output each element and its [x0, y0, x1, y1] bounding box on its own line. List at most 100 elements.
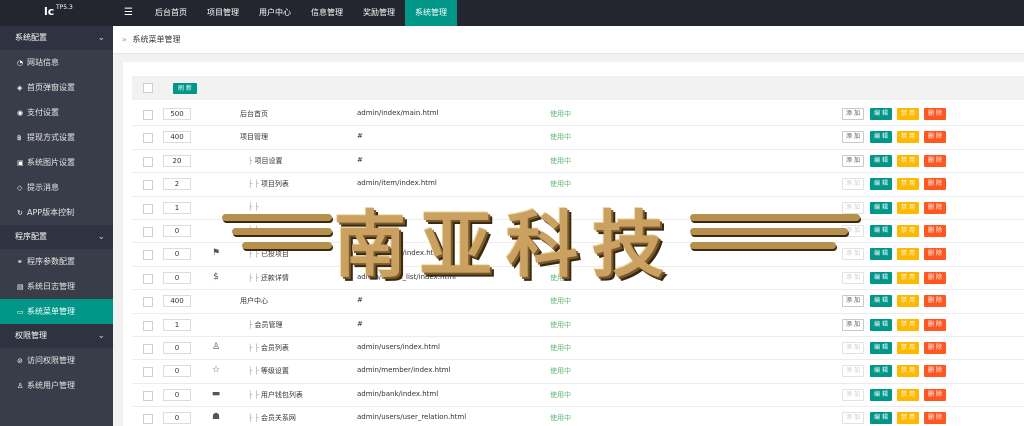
sort-input[interactable]: 500 — [163, 108, 191, 120]
add-button[interactable]: 添 加 — [842, 178, 864, 191]
add-button[interactable]: 添 加 — [842, 295, 864, 308]
sidebar-item-app-version[interactable]: ↻ APP版本控制 — [0, 200, 113, 225]
sort-input[interactable]: 0 — [163, 271, 191, 284]
delete-button[interactable]: 删 除 — [924, 388, 946, 401]
sidebar-group-program-config[interactable]: 程序配置 ⌄ — [0, 225, 113, 249]
delete-button[interactable]: 删 除 — [924, 342, 946, 354]
sort-input[interactable]: 400 — [163, 295, 191, 308]
disable-button[interactable]: 禁 用 — [897, 388, 919, 401]
sort-input[interactable]: 0 — [163, 342, 191, 354]
delete-button[interactable]: 删 除 — [924, 108, 946, 120]
sort-input[interactable]: 20 — [163, 154, 191, 167]
row-checkbox[interactable] — [143, 414, 153, 425]
disable-button[interactable]: 禁 用 — [897, 365, 919, 378]
delete-button[interactable]: 删 除 — [924, 295, 946, 308]
logo[interactable]: lc TP5.3 — [0, 0, 113, 26]
row-checkbox[interactable] — [143, 180, 153, 191]
row-checkbox[interactable] — [143, 344, 153, 354]
delete-button[interactable]: 删 除 — [924, 248, 946, 261]
sidebar-item-access[interactable]: ⊘ 访问权限管理 — [0, 348, 113, 373]
add-button[interactable]: 添 加 — [842, 108, 864, 120]
add-button[interactable]: 添 加 — [842, 412, 864, 425]
sidebar-item-logs[interactable]: ▤ 系统日志管理 — [0, 274, 113, 299]
sidebar-item-images[interactable]: ▣ 系统图片设置 — [0, 150, 113, 175]
row-checkbox[interactable] — [143, 203, 153, 214]
disable-button[interactable]: 禁 用 — [897, 271, 919, 284]
add-button[interactable]: 添 加 — [842, 388, 864, 401]
breadcrumb-current[interactable]: 系统菜单管理 — [132, 35, 180, 44]
add-button[interactable]: 添 加 — [842, 271, 864, 284]
edit-button[interactable]: 编 辑 — [870, 154, 892, 167]
sort-input[interactable]: 0 — [163, 225, 191, 237]
sort-input[interactable]: 0 — [163, 412, 191, 425]
disable-button[interactable]: 禁 用 — [897, 318, 919, 331]
disable-button[interactable]: 禁 用 — [897, 201, 919, 214]
edit-button[interactable]: 编 辑 — [870, 131, 892, 144]
topnav-item-rewards[interactable]: 奖励管理 — [353, 0, 405, 26]
row-checkbox[interactable] — [143, 297, 153, 308]
disable-button[interactable]: 禁 用 — [897, 412, 919, 425]
add-button[interactable]: 添 加 — [842, 318, 864, 331]
row-checkbox[interactable] — [143, 390, 153, 401]
sidebar-item-menus[interactable]: ▭ 系统菜单管理 — [0, 299, 113, 324]
sort-input[interactable]: 0 — [163, 388, 191, 401]
add-button[interactable]: 添 加 — [842, 248, 864, 261]
edit-button[interactable]: 编 辑 — [870, 295, 892, 308]
delete-button[interactable]: 删 除 — [924, 412, 946, 425]
delete-button[interactable]: 删 除 — [924, 154, 946, 167]
edit-button[interactable]: 编 辑 — [870, 178, 892, 191]
edit-button[interactable]: 编 辑 — [870, 201, 892, 214]
edit-button[interactable]: 编 辑 — [870, 388, 892, 401]
row-checkbox[interactable] — [143, 156, 153, 167]
topnav-item-home[interactable]: 后台首页 — [145, 0, 197, 26]
disable-button[interactable]: 禁 用 — [897, 295, 919, 308]
sidebar-item-withdraw[interactable]: ฿ 提现方式设置 — [0, 125, 113, 150]
edit-button[interactable]: 编 辑 — [870, 342, 892, 354]
sort-input[interactable]: 400 — [163, 131, 191, 144]
add-button[interactable]: 添 加 — [842, 131, 864, 144]
add-button[interactable]: 添 加 — [842, 154, 864, 167]
add-button[interactable]: 添 加 — [842, 365, 864, 378]
topnav-item-users[interactable]: 用户中心 — [249, 0, 301, 26]
topnav-item-projects[interactable]: 项目管理 — [197, 0, 249, 26]
disable-button[interactable]: 禁 用 — [897, 248, 919, 261]
row-checkbox[interactable] — [143, 320, 153, 331]
delete-button[interactable]: 删 除 — [924, 271, 946, 284]
hamburger-icon[interactable]: ☰ — [124, 7, 133, 18]
add-button[interactable]: 添 加 — [842, 342, 864, 354]
sidebar-item-sys-users[interactable]: ♙ 系统用户管理 — [0, 373, 113, 398]
edit-button[interactable]: 编 辑 — [870, 248, 892, 261]
delete-button[interactable]: 删 除 — [924, 178, 946, 191]
sort-input[interactable]: 0 — [163, 365, 191, 378]
delete-button[interactable]: 删 除 — [924, 201, 946, 214]
topnav-item-info[interactable]: 信息管理 — [301, 0, 353, 26]
select-all-checkbox[interactable] — [143, 83, 153, 93]
sidebar-item-params[interactable]: ⚭ 程序参数配置 — [0, 249, 113, 274]
row-checkbox[interactable] — [143, 227, 153, 237]
topnav-item-system[interactable]: 系统管理 — [405, 0, 457, 26]
sort-input[interactable]: 2 — [163, 178, 191, 191]
disable-button[interactable]: 禁 用 — [897, 131, 919, 144]
disable-button[interactable]: 禁 用 — [897, 342, 919, 354]
edit-button[interactable]: 编 辑 — [870, 318, 892, 331]
edit-button[interactable]: 编 辑 — [870, 108, 892, 120]
refresh-button[interactable]: 刷 新 — [173, 83, 197, 94]
disable-button[interactable]: 禁 用 — [897, 108, 919, 120]
row-checkbox[interactable] — [143, 273, 153, 284]
row-checkbox[interactable] — [143, 133, 153, 144]
row-checkbox[interactable] — [143, 367, 153, 378]
sidebar-item-popup[interactable]: ◈ 首页弹窗设置 — [0, 75, 113, 100]
delete-button[interactable]: 删 除 — [924, 365, 946, 378]
sort-input[interactable]: 1 — [163, 318, 191, 331]
edit-button[interactable]: 编 辑 — [870, 225, 892, 237]
edit-button[interactable]: 编 辑 — [870, 365, 892, 378]
delete-button[interactable]: 删 除 — [924, 131, 946, 144]
disable-button[interactable]: 禁 用 — [897, 178, 919, 191]
delete-button[interactable]: 删 除 — [924, 318, 946, 331]
row-checkbox[interactable] — [143, 250, 153, 261]
delete-button[interactable]: 删 除 — [924, 225, 946, 237]
sidebar-group-permissions[interactable]: 权限管理 ⌄ — [0, 324, 113, 348]
sidebar-group-system-config[interactable]: 系统配置 ⌄ — [0, 26, 113, 50]
edit-button[interactable]: 编 辑 — [870, 271, 892, 284]
sort-input[interactable]: 0 — [163, 248, 191, 261]
